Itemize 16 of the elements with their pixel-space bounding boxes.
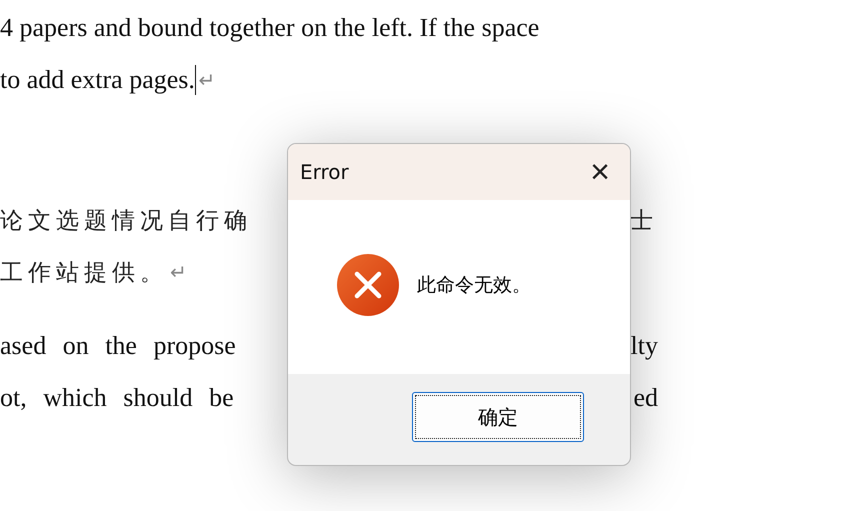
error-message: 此命令无效。 — [417, 273, 531, 298]
document-text: 4 papers and bound together on the left. If the space — [0, 13, 540, 43]
paragraph-mark: ↵ — [170, 260, 187, 284]
close-button[interactable]: × — [578, 150, 622, 194]
paragraph-mark: ↵ — [198, 68, 216, 92]
document-text: 士 — [630, 206, 658, 234]
document-text: ot, which should be — [0, 383, 234, 413]
document-text: ed — [633, 383, 658, 413]
document-text: lty — [630, 331, 658, 361]
error-icon — [336, 253, 400, 317]
document-text: 论文选题情况自行确 — [0, 206, 252, 234]
document-text: ased on the propose — [0, 331, 236, 361]
ok-button[interactable]: 确定 — [412, 392, 584, 442]
document-text: to add extra pages. — [0, 65, 195, 95]
dialog-title: Error — [300, 160, 349, 184]
document-text: 工作站提供。 — [0, 258, 168, 286]
